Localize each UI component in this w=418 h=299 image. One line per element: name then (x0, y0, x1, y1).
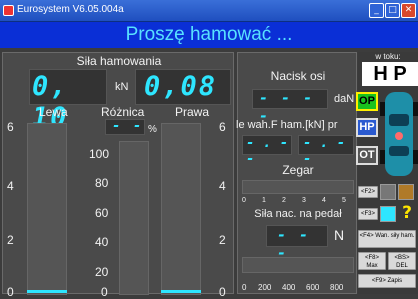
left-scale-tick: 4 (7, 179, 14, 193)
diff-scale-tick: 20 (95, 265, 109, 279)
op-mode-button[interactable]: OP (356, 92, 378, 111)
clock-label: Zegar (282, 163, 314, 177)
left-force-level (27, 290, 67, 293)
right-scale-tick: 6 (219, 120, 226, 134)
clock-scale-tick: 4 (322, 197, 326, 204)
hp-mode-button[interactable]: HP (356, 118, 378, 137)
left-scale-tick: 6 (7, 120, 14, 134)
left-scale-tick: 0 (7, 285, 14, 299)
control-panel: w toku: H P OP HP OT <F2> <F3> ? <F4> Wa… (356, 52, 418, 294)
brake-force-title: Siła hamowania (76, 54, 162, 68)
clock-scale-tick: 3 (302, 197, 306, 204)
f8-max-button[interactable]: <F8> Max (358, 252, 386, 270)
left-label: Lewa (39, 105, 68, 119)
left-force-bar (27, 123, 67, 295)
status-banner: Proszę hamować ... (0, 22, 418, 48)
close-button[interactable]: ✕ (401, 3, 416, 18)
clock-bar (242, 180, 354, 194)
pedal-scale-tick: 800 (330, 283, 344, 292)
diff-unit: % (148, 124, 157, 135)
diff-scale-tick: 100 (89, 147, 110, 161)
right-force-value: 0,08 (144, 71, 218, 102)
clock-scale-tick: 5 (342, 197, 346, 204)
clock-scale-tick: 2 (282, 197, 286, 204)
diff-label: Różnica (101, 105, 145, 119)
clock-scale-tick: 1 (262, 197, 266, 204)
left-force-display: 0, 10 (29, 69, 107, 133)
measure-icon[interactable] (380, 206, 396, 222)
minimize-button[interactable]: _ (369, 3, 384, 18)
right-scale-tick: 2 (219, 233, 226, 247)
pedal-force-bar (242, 257, 354, 273)
pedal-scale-tick: 400 (282, 283, 296, 292)
car-top-view-icon (380, 92, 418, 176)
window-title: Eurosystem V6.05.004a (17, 4, 124, 15)
right-label: Prawa (175, 105, 210, 119)
diff-scale-tick: 0 (101, 285, 108, 299)
pedal-scale-tick: 600 (306, 283, 320, 292)
pedal-scale-tick: 200 (258, 283, 272, 292)
right-force-display: 0,08 (135, 69, 231, 105)
pedal-scale-tick: 0 (242, 283, 247, 292)
f2-button[interactable]: <F2> (358, 186, 378, 198)
clock-scale-tick: 0 (242, 197, 246, 204)
left-scale-tick: 2 (7, 233, 14, 247)
wah-left-display: - . - - (242, 135, 292, 167)
title-bar: Eurosystem V6.05.004a _ □ ✕ (0, 0, 418, 22)
app-icon (3, 5, 14, 16)
measurement-panel: Nacisk osi - - - - daN le wah.F ham.[kN]… (236, 52, 357, 294)
f4-brake-force-button[interactable]: <F4> Wan. siły ham. (358, 230, 416, 248)
diff-scale-tick: 80 (95, 176, 109, 190)
diff-value: - - (112, 118, 144, 134)
help-icon[interactable]: ? (398, 204, 416, 222)
pedal-force-display: - - - (266, 225, 328, 262)
ot-mode-button[interactable]: OT (356, 146, 378, 165)
maximize-button[interactable]: □ (385, 3, 400, 18)
pedal-force-unit: N (334, 227, 345, 243)
bs-delete-button[interactable]: <BS> DEL (388, 252, 416, 270)
pedal-force-label: Siła nac. na pedał (254, 208, 342, 220)
in-progress-label: w toku: (375, 52, 401, 61)
wah-right-display: - . - - (298, 135, 354, 167)
diff-scale-tick: 60 (95, 206, 109, 220)
brake-force-panel: Siła hamowania 0, 10 kN 0,08 Lewa Różnic… (2, 52, 234, 299)
right-force-bar (161, 123, 201, 295)
right-force-level (161, 290, 201, 293)
axle-load-label: Nacisk osi (270, 69, 326, 83)
right-scale-tick: 4 (219, 179, 226, 193)
printer-icon[interactable] (380, 184, 396, 200)
diff-display: - - (105, 118, 145, 135)
f9-save-button[interactable]: <F9> Zapis (358, 274, 416, 288)
axle-load-display: - - - - (252, 89, 328, 125)
diff-scale-tick: 40 (95, 235, 109, 249)
current-mode-display: H P (362, 62, 418, 86)
folder-icon[interactable] (398, 184, 414, 200)
right-scale-tick: 0 (219, 285, 226, 299)
force-unit: kN (115, 81, 129, 93)
wah-label: le wah.F ham.[kN] pr (236, 119, 338, 131)
f3-button[interactable]: <F3> (358, 208, 378, 220)
diff-bar (119, 141, 149, 295)
axle-load-unit: daN (334, 93, 355, 105)
